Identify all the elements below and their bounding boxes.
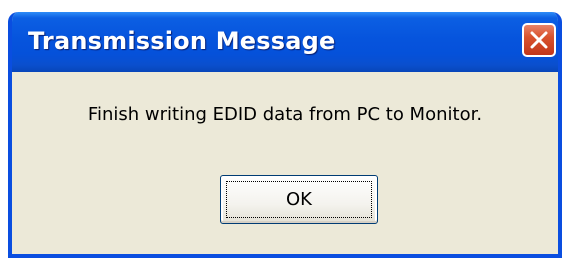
close-button[interactable] [522, 23, 556, 57]
close-icon [530, 31, 548, 49]
title-bar[interactable]: Transmission Message [12, 12, 558, 72]
ok-button[interactable]: OK [220, 175, 378, 224]
ok-button-label: OK [226, 181, 372, 218]
dialog-title: Transmission Message [28, 27, 336, 55]
dialog-message: Finish writing EDID data from PC to Moni… [87, 104, 483, 125]
message-dialog: Transmission Message Finish writing EDID… [8, 12, 562, 258]
